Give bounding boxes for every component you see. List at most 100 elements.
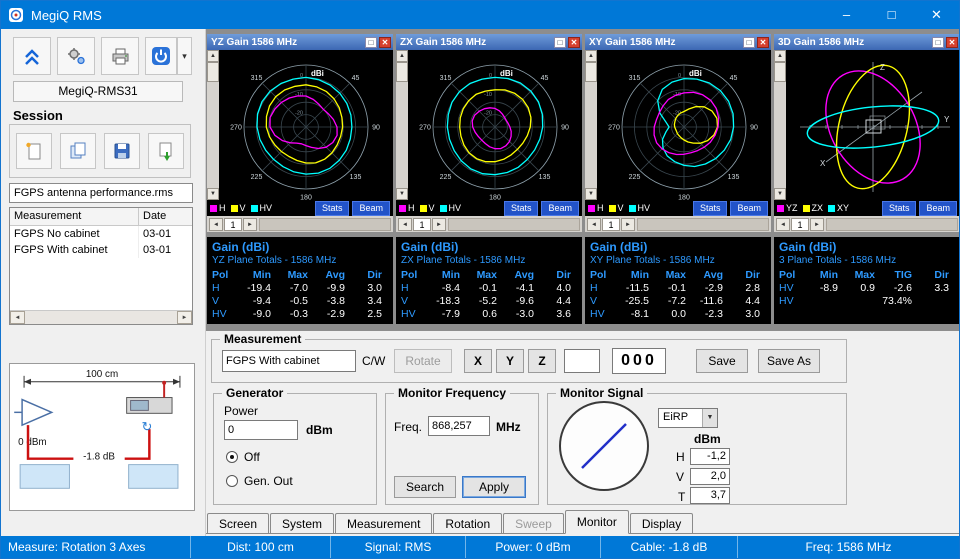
- angle-label: 90: [372, 125, 380, 132]
- scroll-right-icon[interactable]: ►: [177, 311, 192, 324]
- scroll-down-icon[interactable]: ▼: [207, 188, 219, 200]
- page-next-button[interactable]: ►: [621, 217, 635, 231]
- chart-close-button[interactable]: ✕: [946, 36, 958, 48]
- search-button[interactable]: Search: [394, 476, 456, 498]
- tab-display[interactable]: Display: [629, 513, 694, 534]
- chart-restore-button[interactable]: □: [554, 36, 566, 48]
- stats-button[interactable]: Stats: [503, 200, 539, 216]
- tab-measurement[interactable]: Measurement: [335, 513, 433, 534]
- scroll-up-icon[interactable]: ▲: [585, 50, 597, 62]
- page-prev-button[interactable]: ◄: [587, 217, 601, 231]
- settings-button[interactable]: [57, 37, 95, 75]
- tab-monitor[interactable]: Monitor: [564, 510, 629, 534]
- stats-button[interactable]: Stats: [692, 200, 728, 216]
- chart-restore-button[interactable]: □: [743, 36, 755, 48]
- chart-titlebar[interactable]: XY Gain 1586 MHz □ ✕: [585, 34, 771, 50]
- column-header-measurement[interactable]: Measurement: [10, 208, 138, 225]
- axis-z-button[interactable]: Z: [528, 349, 556, 373]
- page-scrollbar[interactable]: [826, 217, 958, 231]
- chart-window-yz: YZ Gain 1586 MHz □ ✕ ▲ ▼ 45 90 135 180 225 27…: [207, 34, 393, 232]
- save-button[interactable]: Save: [696, 349, 748, 373]
- chart-vertical-scrollbar[interactable]: ▲ ▼: [585, 50, 597, 200]
- maximize-button[interactable]: □: [869, 1, 914, 29]
- radio-off[interactable]: Off: [226, 450, 260, 464]
- radio-gen-out[interactable]: Gen. Out: [226, 474, 293, 488]
- stats-button[interactable]: Stats: [881, 200, 917, 216]
- beam-button[interactable]: Beam: [541, 200, 579, 216]
- tab-system[interactable]: System: [270, 513, 335, 534]
- list-item[interactable]: FGPS No cabinet 03-01: [10, 226, 192, 242]
- scrollbar-thumb[interactable]: [585, 62, 597, 82]
- freq-field[interactable]: [428, 416, 490, 436]
- stats-cell: -19.4: [247, 282, 271, 294]
- page-next-button[interactable]: ►: [243, 217, 257, 231]
- legend-swatch: [608, 204, 616, 212]
- tab-sweep[interactable]: Sweep: [503, 513, 564, 534]
- stats-row: H -11.5 -0.1 -2.9 2.8: [590, 282, 766, 295]
- page-next-button[interactable]: ►: [432, 217, 446, 231]
- tab-rotation[interactable]: Rotation: [433, 513, 503, 534]
- list-item[interactable]: FGPS With cabinet 03-01: [10, 242, 192, 258]
- chart-close-button[interactable]: ✕: [757, 36, 769, 48]
- chart-restore-button[interactable]: □: [932, 36, 944, 48]
- signal-mode-dropdown[interactable]: EiRP ▼: [658, 408, 718, 428]
- power-field[interactable]: [224, 420, 298, 440]
- connect-button[interactable]: [145, 37, 177, 75]
- session-filename-field[interactable]: [9, 183, 193, 203]
- scroll-up-icon[interactable]: ▲: [774, 50, 786, 62]
- axis-x-button[interactable]: X: [464, 349, 492, 373]
- scroll-up-icon[interactable]: ▲: [396, 50, 408, 62]
- column-header-date[interactable]: Date: [138, 208, 192, 225]
- stats-subtitle: 3 Plane Totals - 1586 MHz: [779, 255, 897, 266]
- chart-close-button[interactable]: ✕: [379, 36, 391, 48]
- page-scrollbar[interactable]: [259, 217, 391, 231]
- page-prev-button[interactable]: ◄: [398, 217, 412, 231]
- beam-button[interactable]: Beam: [352, 200, 390, 216]
- open-session-button[interactable]: [60, 133, 96, 169]
- dropdown-caret-icon[interactable]: ▼: [702, 409, 717, 427]
- tab-screen[interactable]: Screen: [207, 513, 270, 534]
- stats-button[interactable]: Stats: [314, 200, 350, 216]
- save-as-button[interactable]: Save As: [758, 349, 820, 373]
- device-button[interactable]: MegiQ-RMS31: [13, 81, 183, 102]
- beam-button[interactable]: Beam: [730, 200, 768, 216]
- minimize-button[interactable]: –: [824, 1, 869, 29]
- scrollbar-thumb[interactable]: [207, 62, 219, 82]
- save-session-button[interactable]: [104, 133, 140, 169]
- chart-vertical-scrollbar[interactable]: ▲ ▼: [207, 50, 219, 200]
- rotate-button[interactable]: Rotate: [394, 349, 452, 373]
- scroll-left-icon[interactable]: ◄: [10, 311, 25, 324]
- page-scrollbar[interactable]: [448, 217, 580, 231]
- chart-close-button[interactable]: ✕: [568, 36, 580, 48]
- chart-restore-button[interactable]: □: [365, 36, 377, 48]
- page-prev-button[interactable]: ◄: [209, 217, 223, 231]
- close-button[interactable]: ✕: [914, 1, 959, 29]
- scrollbar-thumb[interactable]: [396, 62, 408, 82]
- radio-gen-out-dot[interactable]: [226, 475, 238, 487]
- axis-y-button[interactable]: Y: [496, 349, 524, 373]
- page-next-button[interactable]: ►: [810, 217, 824, 231]
- chart-vertical-scrollbar[interactable]: ▲ ▼: [774, 50, 786, 200]
- connect-dropdown-button[interactable]: ▾: [177, 37, 192, 75]
- chart-titlebar[interactable]: 3D Gain 1586 MHz □ ✕: [774, 34, 959, 50]
- radio-off-dot[interactable]: [226, 451, 238, 463]
- horizontal-scrollbar[interactable]: ◄ ►: [10, 310, 192, 324]
- stats-table: Pol Min Max Avg Dir H -11.5 -0.1 -2.9 2.8 V -25.5 -7…: [590, 269, 766, 321]
- print-button[interactable]: [101, 37, 139, 75]
- scroll-up-icon[interactable]: ▲: [207, 50, 219, 62]
- new-session-button[interactable]: [16, 133, 52, 169]
- scroll-down-icon[interactable]: ▼: [774, 188, 786, 200]
- beam-button[interactable]: Beam: [919, 200, 957, 216]
- measurement-name-field[interactable]: [222, 350, 356, 372]
- export-session-button[interactable]: [148, 133, 184, 169]
- scrollbar-thumb[interactable]: [774, 62, 786, 82]
- scroll-down-icon[interactable]: ▼: [585, 188, 597, 200]
- scroll-down-icon[interactable]: ▼: [396, 188, 408, 200]
- page-scrollbar[interactable]: [637, 217, 769, 231]
- page-prev-button[interactable]: ◄: [776, 217, 790, 231]
- apply-button[interactable]: Apply: [462, 476, 526, 498]
- expand-button[interactable]: [13, 37, 51, 75]
- chart-vertical-scrollbar[interactable]: ▲ ▼: [396, 50, 408, 200]
- chart-titlebar[interactable]: ZX Gain 1586 MHz □ ✕: [396, 34, 582, 50]
- chart-titlebar[interactable]: YZ Gain 1586 MHz □ ✕: [207, 34, 393, 50]
